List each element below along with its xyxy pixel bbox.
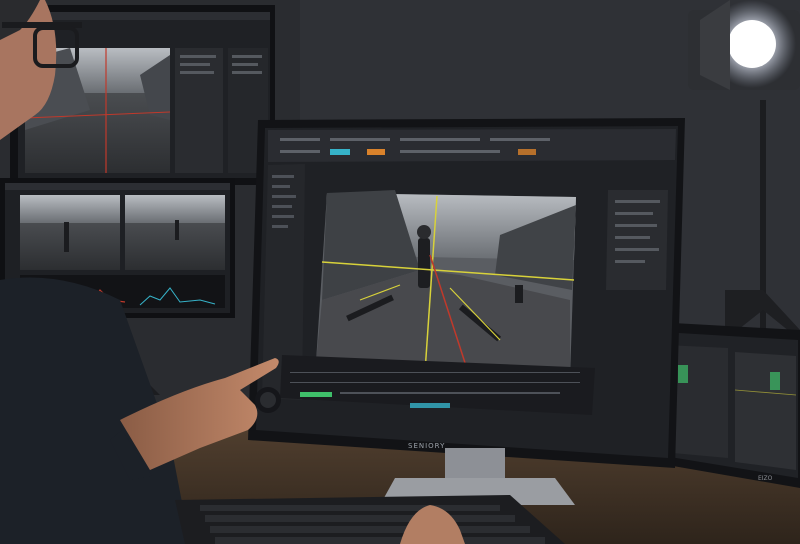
main-monitor-brand: SENIORY bbox=[408, 442, 445, 450]
keyboard bbox=[175, 495, 565, 544]
editing-studio-scene: EIZO SENIORY bbox=[0, 0, 800, 544]
right-monitor-brand: EIZO bbox=[758, 475, 773, 482]
scene-illustration: EIZO SENIORY bbox=[0, 0, 800, 544]
jog-wheel-icon bbox=[255, 387, 281, 413]
main-monitor: SENIORY bbox=[248, 118, 685, 468]
